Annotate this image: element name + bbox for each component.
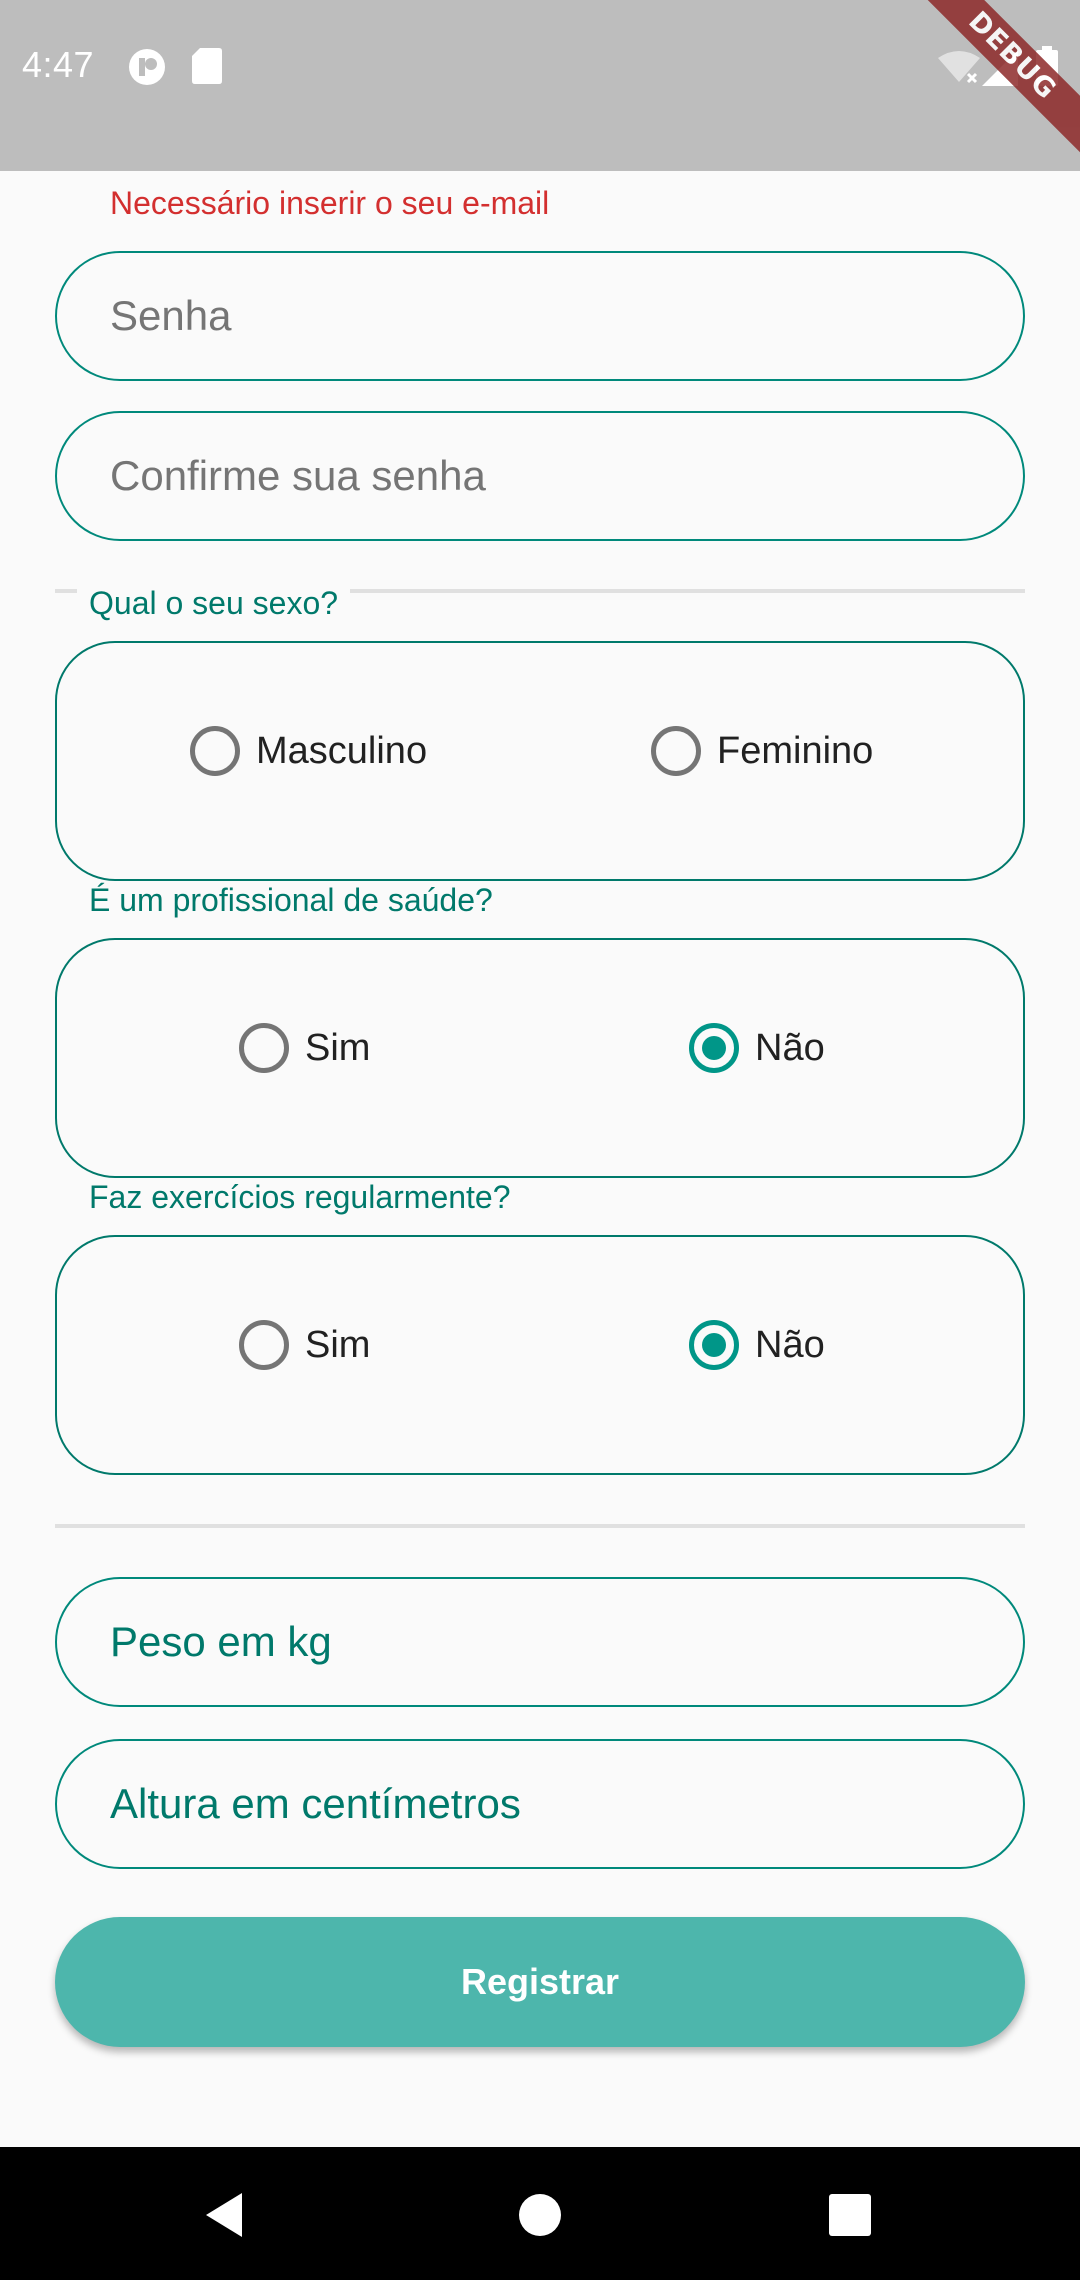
register-form: Necessário inserir o seu e-mail Qual o s… [0, 171, 1080, 2147]
confirm-password-input[interactable] [110, 452, 1023, 500]
back-icon[interactable] [196, 2185, 256, 2245]
status-bar: 4:47 DEBUG [0, 0, 1080, 171]
section-divider [55, 1524, 1025, 1528]
register-screen: 4:47 DEBUG Necessário inserir o seu e-ma… [0, 0, 1080, 2280]
sex-radio-group: Qual o seu sexo? Masculino Feminino [55, 585, 1025, 881]
radio-label: Sim [305, 1026, 371, 1069]
password-input[interactable] [110, 292, 1023, 340]
register-button[interactable]: Registrar [55, 1917, 1025, 2047]
health-professional-group-label: É um profissional de saúde? [77, 882, 505, 919]
radio-label: Não [755, 1323, 825, 1366]
radio-option-sim[interactable]: Sim [239, 1317, 370, 1373]
radio-label: Sim [305, 1323, 371, 1366]
radio-option-nao[interactable]: Não [689, 1020, 825, 1076]
radio-button-selected[interactable] [689, 1320, 739, 1370]
exercise-group-label: Faz exercícios regularmente? [77, 1179, 523, 1216]
health-professional-radio-group: É um profissional de saúde? Sim Não [55, 882, 1025, 1178]
radio-button[interactable] [190, 726, 240, 776]
navigation-bar [0, 2147, 1080, 2280]
height-field[interactable] [55, 1739, 1025, 1869]
height-input[interactable] [110, 1780, 1023, 1828]
home-icon[interactable] [510, 2185, 570, 2245]
radio-option-masculino[interactable]: Masculino [190, 723, 427, 779]
radio-option-sim[interactable]: Sim [239, 1020, 370, 1076]
sex-group-label: Qual o seu sexo? [77, 585, 351, 622]
radio-option-nao[interactable]: Não [689, 1317, 825, 1373]
weight-input[interactable] [110, 1618, 1023, 1666]
sd-card-icon [192, 48, 222, 89]
exercise-radio-group: Faz exercícios regularmente? Sim Não [55, 1179, 1025, 1475]
password-field[interactable] [55, 251, 1025, 381]
radio-label: Masculino [256, 729, 428, 772]
confirm-password-field[interactable] [55, 411, 1025, 541]
radio-label: Feminino [717, 729, 874, 772]
email-error-text: Necessário inserir o seu e-mail [110, 185, 550, 221]
weight-field[interactable] [55, 1577, 1025, 1707]
radio-button[interactable] [239, 1023, 289, 1073]
radio-option-feminino[interactable]: Feminino [651, 723, 873, 779]
radio-button[interactable] [651, 726, 701, 776]
radio-button-selected[interactable] [689, 1023, 739, 1073]
recents-icon[interactable] [820, 2185, 880, 2245]
radio-button[interactable] [239, 1320, 289, 1370]
status-time: 4:47 [22, 44, 95, 85]
notification-app-icon [128, 48, 166, 91]
radio-label: Não [755, 1026, 825, 1069]
wifi-off-icon [938, 50, 980, 89]
